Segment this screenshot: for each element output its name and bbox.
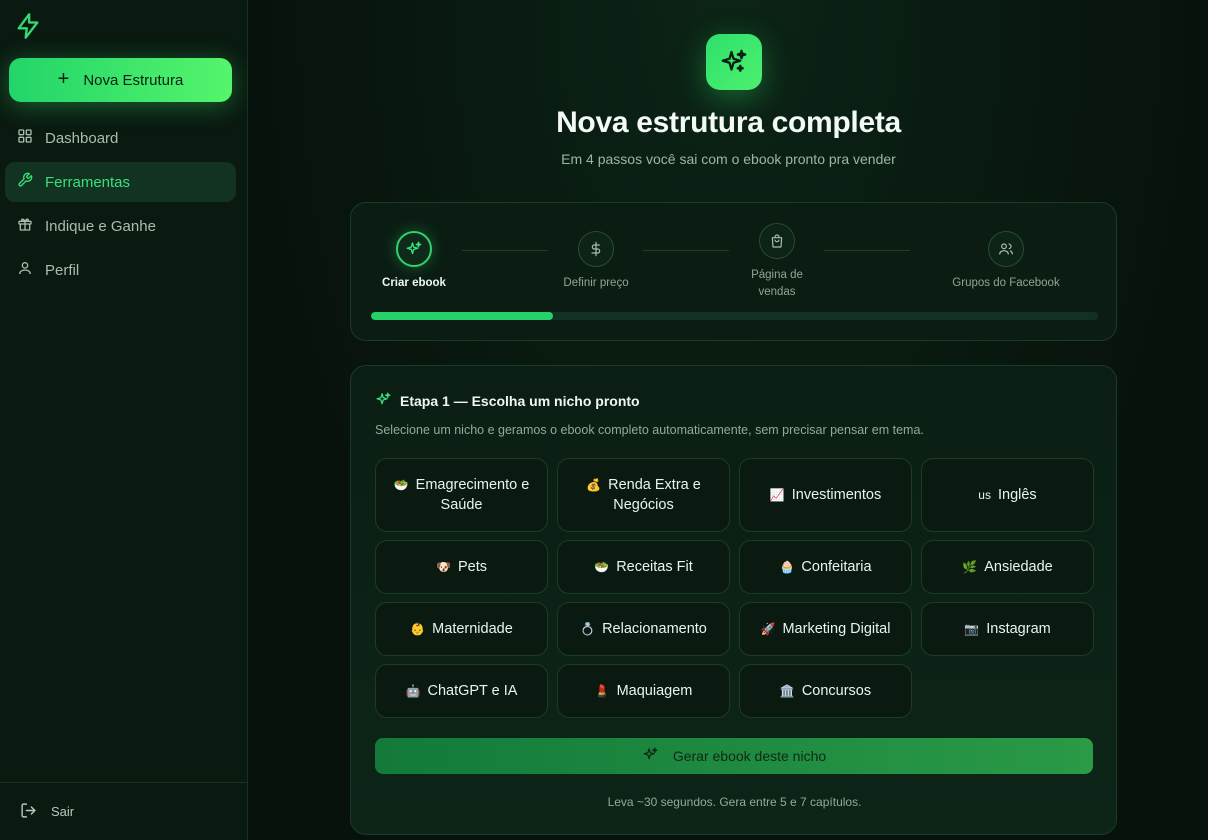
niche-emoji: 🏛️ bbox=[779, 684, 795, 698]
niche-option[interactable]: 👶 Maternidade bbox=[375, 602, 548, 656]
niche-emoji: 🌿 bbox=[962, 560, 978, 574]
step-panel-description: Selecione um nicho e geramos o ebook com… bbox=[375, 423, 924, 437]
step-connector bbox=[824, 250, 910, 251]
step-label: Página de vendas bbox=[751, 269, 803, 298]
generation-note: Leva ~30 segundos. Gera entre 5 e 7 capí… bbox=[607, 795, 862, 809]
sidebar-item-indique-e-ganhe[interactable]: Indique e Ganhe bbox=[5, 206, 236, 246]
niche-option[interactable]: 🐶 Pets bbox=[375, 540, 548, 594]
niche-label: Receitas Fit bbox=[616, 559, 693, 575]
generate-ebook-label: Gerar ebook deste nicho bbox=[672, 748, 827, 764]
sparkles-icon bbox=[396, 231, 432, 267]
step-criar-ebook[interactable]: Criar ebook bbox=[373, 231, 455, 292]
niche-label: Relacionamento bbox=[602, 621, 707, 637]
sidebar-item-label: Dashboard bbox=[45, 129, 119, 147]
sidebar-item-label: Perfil bbox=[45, 261, 80, 279]
niche-emoji: 🚀 bbox=[760, 622, 776, 636]
logout-icon bbox=[20, 802, 37, 822]
niche-option[interactable]: 🥗 Emagrecimento e Saúde bbox=[375, 458, 548, 532]
niche-option[interactable]: 🚀 Marketing Digital bbox=[739, 602, 912, 656]
niche-emoji: 🥗 bbox=[393, 478, 409, 492]
niche-option[interactable]: 💰 Renda Extra e Negócios bbox=[557, 458, 730, 532]
new-structure-label: Nova Estrutura bbox=[83, 71, 184, 89]
niche-label: Inglês bbox=[997, 487, 1037, 503]
sidebar-nav: Dashboard Ferramentas Indique e Ganhe Pe… bbox=[5, 118, 236, 294]
generate-ebook-button[interactable]: Gerar ebook deste nicho bbox=[375, 738, 1093, 774]
niche-option[interactable]: 💍 Relacionamento bbox=[557, 602, 730, 656]
niche-emoji: 🧁 bbox=[779, 560, 795, 574]
niche-option[interactable]: 📈 Investimentos bbox=[739, 458, 912, 532]
niche-option[interactable]: 💄 Maquiagem bbox=[557, 664, 730, 718]
steps-card: Criar ebook Definir preço Página de vend… bbox=[350, 202, 1117, 341]
niche-option[interactable]: 🌿 Ansiedade bbox=[921, 540, 1094, 594]
progress-bar bbox=[371, 312, 1098, 320]
progress-fill bbox=[371, 312, 553, 320]
sparkles-icon bbox=[706, 34, 762, 90]
step-pagina-de-vendas[interactable]: Página de vendas bbox=[737, 223, 817, 301]
niche-label: Maquiagem bbox=[616, 683, 693, 699]
logout-label: Sair bbox=[51, 804, 75, 819]
niche-label: Pets bbox=[457, 559, 487, 575]
step-label: Definir preço bbox=[563, 277, 629, 289]
sidebar-item-label: Indique e Ganhe bbox=[45, 217, 156, 235]
sidebar: + Nova Estrutura Dashboard Ferramentas I… bbox=[0, 0, 248, 840]
niche-label: Confeitaria bbox=[801, 559, 872, 575]
niche-emoji: 💄 bbox=[594, 684, 610, 698]
wrench-icon bbox=[17, 172, 33, 192]
sparkles-icon bbox=[642, 746, 659, 766]
user-icon bbox=[17, 260, 33, 280]
niche-label: Instagram bbox=[986, 621, 1051, 637]
niche-emoji: 💰 bbox=[586, 478, 602, 492]
users-icon bbox=[988, 231, 1024, 267]
shopping-bag-icon bbox=[759, 223, 795, 259]
niche-grid: 🥗 Emagrecimento e Saúde 💰 Renda Extra e Ne… bbox=[375, 458, 1094, 718]
step-label: Grupos do Facebook bbox=[952, 277, 1060, 289]
niche-selection-card: Etapa 1 — Escolha um nicho pronto Seleci… bbox=[350, 365, 1117, 835]
step-panel-heading: Etapa 1 — Escolha um nicho pronto bbox=[375, 391, 640, 411]
niche-label: Emagrecimento e Saúde bbox=[415, 477, 530, 513]
niche-emoji: 👶 bbox=[410, 622, 426, 636]
niche-emoji: 🤖 bbox=[405, 684, 421, 698]
page-subtitle: Em 4 passos você sai com o ebook pronto … bbox=[561, 151, 896, 167]
sparkles-icon bbox=[375, 391, 392, 411]
niche-emoji: 🐶 bbox=[436, 560, 451, 574]
step-panel-title: Etapa 1 — Escolha um nicho pronto bbox=[400, 393, 640, 409]
niche-option[interactable]: 🏛️ Concursos bbox=[739, 664, 912, 718]
sidebar-item-label: Ferramentas bbox=[45, 173, 131, 191]
niche-emoji: us bbox=[978, 488, 991, 502]
niche-emoji: 📈 bbox=[769, 488, 785, 502]
gift-icon bbox=[17, 216, 33, 236]
niche-option[interactable]: 🥗 Receitas Fit bbox=[557, 540, 730, 594]
niche-emoji: 📷 bbox=[964, 622, 980, 636]
niche-label: Renda Extra e Negócios bbox=[608, 477, 701, 513]
plus-icon: + bbox=[57, 68, 70, 90]
lightning-bolt-icon[interactable] bbox=[14, 12, 42, 40]
grid-icon bbox=[17, 128, 33, 148]
sidebar-item-dashboard[interactable]: Dashboard bbox=[5, 118, 236, 158]
logout-button[interactable]: Sair bbox=[0, 782, 248, 840]
niche-label: Concursos bbox=[801, 683, 872, 699]
niche-label: Marketing Digital bbox=[782, 621, 891, 637]
sidebar-item-ferramentas[interactable]: Ferramentas bbox=[5, 162, 236, 202]
niche-option[interactable]: us Inglês bbox=[921, 458, 1094, 532]
niche-label: Investimentos bbox=[791, 487, 882, 503]
step-grupos-do-facebook[interactable]: Grupos do Facebook bbox=[945, 231, 1067, 292]
new-structure-button[interactable]: + Nova Estrutura bbox=[9, 58, 232, 102]
step-connector bbox=[643, 250, 729, 251]
niche-label: ChatGPT e IA bbox=[427, 683, 518, 699]
niche-label: Maternidade bbox=[432, 621, 513, 637]
niche-option[interactable]: 📷 Instagram bbox=[921, 602, 1094, 656]
page-title: Nova estrutura completa bbox=[556, 106, 901, 139]
sidebar-item-perfil[interactable]: Perfil bbox=[5, 250, 236, 290]
niche-emoji: 🥗 bbox=[594, 560, 610, 574]
main-content: Nova estrutura completa Em 4 passos você… bbox=[249, 0, 1208, 840]
step-connector bbox=[462, 250, 548, 251]
step-definir-preco[interactable]: Definir preço bbox=[551, 231, 641, 292]
niche-option[interactable]: 🧁 Confeitaria bbox=[739, 540, 912, 594]
niche-emoji: 💍 bbox=[580, 622, 596, 636]
niche-option[interactable]: 🤖 ChatGPT e IA bbox=[375, 664, 548, 718]
dollar-icon bbox=[578, 231, 614, 267]
niche-label: Ansiedade bbox=[984, 559, 1053, 575]
step-label: Criar ebook bbox=[382, 277, 446, 289]
